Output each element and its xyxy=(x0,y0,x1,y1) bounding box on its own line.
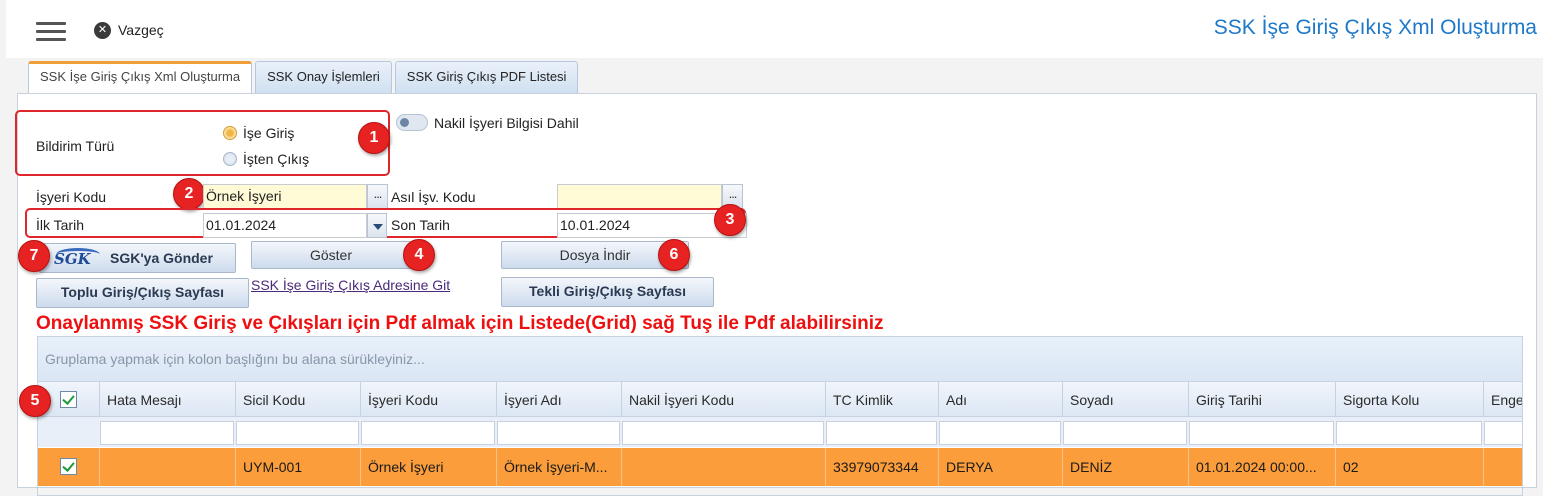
column-header-giris-tarihi[interactable]: Giriş Tarihi xyxy=(1189,382,1336,418)
cell-hata-mesaji xyxy=(100,448,236,486)
badge-3: 3 xyxy=(714,204,746,236)
tab-bar: SSK İşe Giriş Çıkış Xml Oluşturma SSK On… xyxy=(28,61,579,95)
data-grid: Gruplama yapmak için kolon başlığını bu … xyxy=(37,336,1523,496)
nakil-isyeri-toggle[interactable]: Nakil İşyeri Bilgisi Dahil xyxy=(396,114,579,131)
isyeri-kodu-lookup-button[interactable]: ... xyxy=(367,184,388,209)
asil-isv-kodu-label: Asıl İşv. Kodu xyxy=(391,189,476,205)
bildirim-turu-label: Bildirim Türü xyxy=(36,138,115,154)
filter-nakil-isyeri-kodu[interactable] xyxy=(622,421,824,445)
row-select-cell[interactable] xyxy=(38,448,100,486)
select-all-checkbox[interactable] xyxy=(60,391,77,408)
filter-giris-tarihi[interactable] xyxy=(1189,421,1334,445)
column-header-engel[interactable]: Enge xyxy=(1484,382,1522,418)
column-header-isyeri-kodu[interactable]: İşyeri Kodu xyxy=(361,382,497,418)
cell-engel xyxy=(1484,448,1522,486)
toplu-sayfa-button[interactable]: Toplu Giriş/Çıkış Sayfası xyxy=(36,278,249,308)
tab-pdf-listesi[interactable]: SSK Giriş Çıkış PDF Listesi xyxy=(394,61,579,94)
ilk-tarih-label: İlk Tarih xyxy=(36,217,84,233)
cell-tc-kimlik: 33979073344 xyxy=(826,448,939,486)
nakil-toggle-label: Nakil İşyeri Bilgisi Dahil xyxy=(434,114,579,131)
goster-button[interactable]: Göster xyxy=(251,241,411,269)
radio-unchecked-icon xyxy=(223,152,237,166)
column-header-sigorta-kolu[interactable]: Sigorta Kolu xyxy=(1336,382,1484,418)
filter-sicil-kodu[interactable] xyxy=(236,421,359,445)
cell-adi: DERYA xyxy=(939,448,1063,486)
radio-ise-giris[interactable]: İşe Giriş xyxy=(223,125,294,141)
pdf-warning-text: Onaylanmış SSK Giriş ve Çıkışları için P… xyxy=(36,313,884,334)
column-header-sicil-kodu[interactable]: Sicil Kodu xyxy=(236,382,361,418)
badge-4: 4 xyxy=(403,239,435,271)
grid-header: Hata Mesajı Sicil Kodu İşyeri Kodu İşyer… xyxy=(38,381,1522,418)
cell-sicil-kodu: UYM-001 xyxy=(236,448,361,486)
asil-isv-kodu-input[interactable] xyxy=(557,184,722,209)
radio-isten-cikis[interactable]: İşten Çıkış xyxy=(223,151,309,167)
ilk-tarih-dropdown-icon[interactable] xyxy=(367,213,387,238)
ssk-adres-link[interactable]: SSK İşe Giriş Çıkış Adresine Git xyxy=(251,277,450,293)
column-header-isyeri-adi[interactable]: İşyeri Adı xyxy=(497,382,622,418)
tab-onay-islemleri[interactable]: SSK Onay İşlemleri xyxy=(255,61,392,94)
isyeri-kodu-input[interactable]: Örnek İşyeri xyxy=(203,184,367,209)
column-header-tc-kimlik[interactable]: TC Kimlik xyxy=(826,382,939,418)
hamburger-menu-icon[interactable] xyxy=(36,20,68,42)
close-circle-icon: ✕ xyxy=(94,21,111,39)
grid-filter-row xyxy=(38,417,1522,447)
badge-6: 6 xyxy=(658,239,690,271)
tab-xml-olusturma[interactable]: SSK İşe Giriş Çıkış Xml Oluşturma xyxy=(28,61,253,95)
son-tarih-label: Son Tarih xyxy=(391,217,450,233)
badge-7: 7 xyxy=(18,240,50,272)
main-panel: Bildirim Türü İşe Giriş İşten Çıkış 1 Na… xyxy=(15,93,1537,496)
radio-label-isten-cikis: İşten Çıkış xyxy=(243,151,310,167)
cell-giris-tarihi: 01.01.2024 00:00... xyxy=(1189,448,1336,486)
ilk-tarih-input[interactable]: 01.01.2024 xyxy=(203,213,367,238)
tekli-sayfa-button[interactable]: Tekli Giriş/Çıkış Sayfası xyxy=(501,277,714,307)
cell-nakil-isyeri-kodu xyxy=(622,448,826,486)
page-title: SSK İşe Giriş Çıkış Xml Oluşturma xyxy=(1213,16,1537,39)
column-header-soyadi[interactable]: Soyadı xyxy=(1063,382,1189,418)
filter-adi[interactable] xyxy=(939,421,1061,445)
filter-tc-kimlik[interactable] xyxy=(826,421,937,445)
row-checkbox[interactable] xyxy=(60,458,77,475)
column-header-hata-mesaji[interactable]: Hata Mesajı xyxy=(100,382,236,418)
filter-isyeri-kodu[interactable] xyxy=(361,421,495,445)
table-row[interactable]: UYM-001 Örnek İşyeri Örnek İşyeri-M... 3… xyxy=(38,448,1522,486)
sgk-logo-icon: SGK xyxy=(54,247,106,269)
grid-group-area[interactable]: Gruplama yapmak için kolon başlığını bu … xyxy=(38,337,1522,381)
cancel-label: Vazgeç xyxy=(118,22,164,38)
column-header-nakil-isyeri-kodu[interactable]: Nakil İşyeri Kodu xyxy=(622,382,826,418)
toggle-switch xyxy=(396,114,428,131)
badge-2: 2 xyxy=(173,178,205,210)
radio-checked-icon xyxy=(223,126,237,140)
filter-soyadi[interactable] xyxy=(1063,421,1187,445)
badge-1: 1 xyxy=(358,122,390,154)
filter-sigorta-kolu[interactable] xyxy=(1336,421,1482,445)
filter-hata-mesaji[interactable] xyxy=(100,421,234,445)
filter-engel[interactable] xyxy=(1484,421,1522,445)
isyeri-kodu-label: İşyeri Kodu xyxy=(36,189,107,205)
cell-soyadi: DENİZ xyxy=(1063,448,1189,486)
badge-5: 5 xyxy=(19,385,51,417)
cell-isyeri-adi: Örnek İşyeri-M... xyxy=(497,448,622,486)
sgk-gonder-button[interactable]: SGK SGK'ya Gönder xyxy=(39,243,236,273)
column-header-adi[interactable]: Adı xyxy=(939,382,1063,418)
top-bar: ✕ Vazgeç SSK İşe Giriş Çıkış Xml Oluştur… xyxy=(6,0,1543,58)
cancel-button[interactable]: ✕ Vazgeç xyxy=(94,20,164,40)
cell-sigorta-kolu: 02 xyxy=(1336,448,1484,486)
filter-isyeri-adi[interactable] xyxy=(497,421,620,445)
cell-isyeri-kodu: Örnek İşyeri xyxy=(361,448,497,486)
sgk-gonder-label: SGK'ya Gönder xyxy=(110,250,213,266)
radio-label-ise-giris: İşe Giriş xyxy=(243,125,295,141)
